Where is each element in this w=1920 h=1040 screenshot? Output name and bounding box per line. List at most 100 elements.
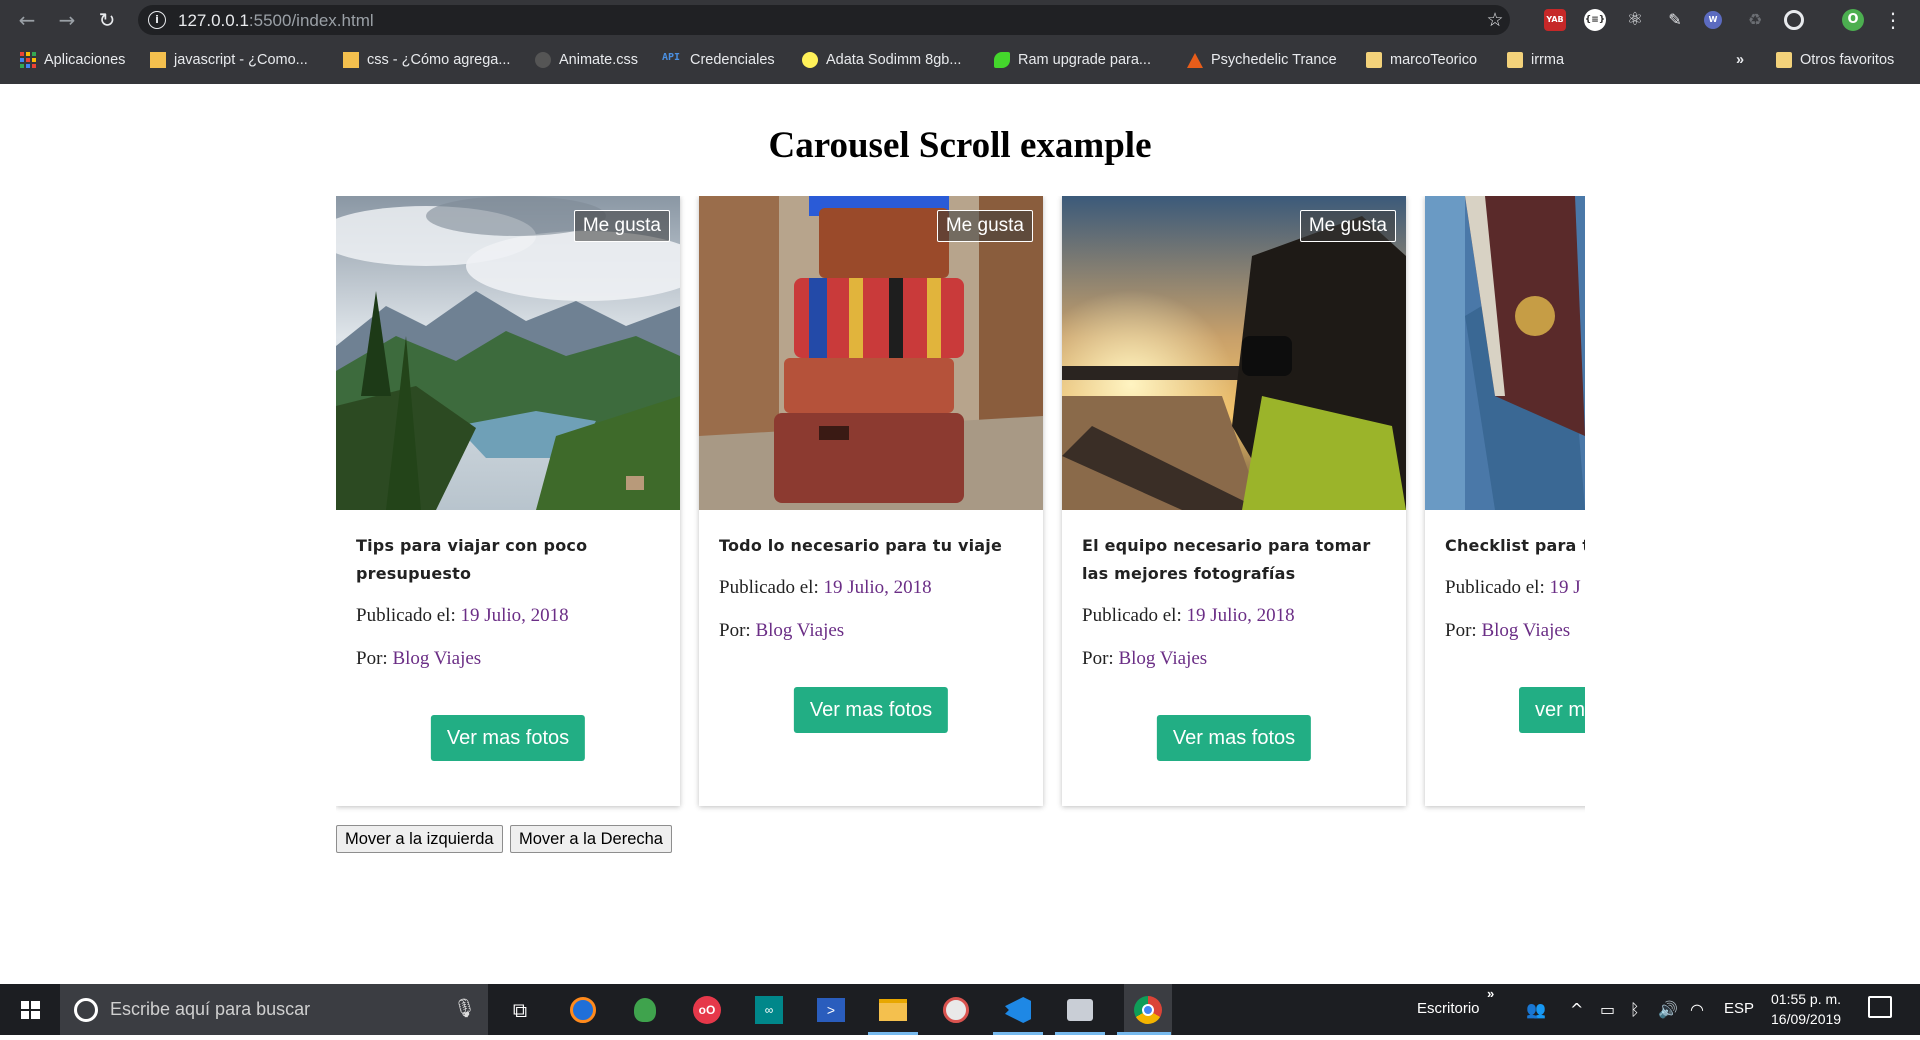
- windows-logo-icon: [21, 1001, 40, 1019]
- target-extension-icon[interactable]: [1784, 10, 1804, 30]
- arduino-icon[interactable]: ∞: [751, 992, 787, 1028]
- card-title: Tips para viajar con poco presupuesto: [356, 536, 588, 583]
- triangle-icon: [1187, 52, 1203, 68]
- vscode-icon[interactable]: [1000, 992, 1036, 1028]
- menu-kebab-icon[interactable]: ⋮: [1880, 7, 1906, 33]
- card-author-line: Por: Blog Viajes: [1082, 648, 1208, 669]
- ver-mas-fotos-button[interactable]: Ver mas fotos: [430, 715, 586, 761]
- file-explorer-icon[interactable]: [875, 992, 911, 1028]
- card-author-line: Por: Blog Viajes: [356, 648, 482, 669]
- animate-icon: [535, 52, 551, 68]
- desktop-toolbar-label[interactable]: Escritorio: [1417, 1000, 1480, 1017]
- storage-app-icon[interactable]: [1062, 992, 1098, 1028]
- task-view-icon[interactable]: ⧉: [502, 992, 538, 1028]
- card-author-line: Por: Blog Viajes: [719, 620, 845, 641]
- back-arrow-icon[interactable]: ←: [14, 7, 40, 33]
- bookmark-irrma[interactable]: irrma: [1507, 50, 1564, 70]
- clock-date[interactable]: 16/09/2019: [1771, 1011, 1841, 1027]
- react-devtools-icon[interactable]: ⚛: [1624, 9, 1646, 31]
- reload-icon[interactable]: ↻: [94, 7, 120, 33]
- notifications-icon[interactable]: [1868, 996, 1892, 1018]
- card-author: Blog Viajes: [1481, 620, 1571, 641]
- folder-icon: [1366, 52, 1382, 68]
- ver-mas-fotos-button[interactable]: ver m: [1519, 687, 1585, 733]
- card-body: Todo lo necesario para tu viaje Publicad…: [719, 532, 1029, 643]
- bookmark-marcoteorico[interactable]: marcoTeorico: [1366, 50, 1477, 70]
- url-text[interactable]: 127.0.0.1:5500/index.html: [178, 11, 374, 31]
- forward-arrow-icon[interactable]: →: [54, 7, 80, 33]
- bookmark-css[interactable]: css - ¿Cómo agrega...: [343, 50, 510, 70]
- card-body: El equipo necesario para tomar las mejor…: [1082, 532, 1392, 671]
- bookmark-psychedelic-trance[interactable]: Psychedelic Trance: [1187, 50, 1337, 70]
- card-date: 19 Julio, 2018: [823, 577, 932, 598]
- toolbar-expand-chevron-icon[interactable]: »: [1487, 986, 1494, 1001]
- site-info-icon[interactable]: i: [148, 11, 166, 29]
- people-icon[interactable]: 👥: [1526, 1000, 1546, 1019]
- profile-avatar[interactable]: O: [1842, 9, 1864, 31]
- windows-taskbar: Escribe aquí para buscar 🎙 ⧉ oO ∞ > Escr…: [0, 984, 1920, 1035]
- move-right-button[interactable]: Mover a la Derecha: [510, 825, 672, 853]
- volume-icon[interactable]: 🔊: [1658, 1000, 1678, 1019]
- like-button[interactable]: Me gusta: [573, 210, 670, 242]
- paint-icon[interactable]: [938, 992, 974, 1028]
- bookmark-star-icon[interactable]: ☆: [1480, 9, 1510, 31]
- bookmark-javascript[interactable]: javascript - ¿Como...: [150, 50, 308, 70]
- page-title: Carousel Scroll example: [768, 125, 1152, 166]
- bookmarks-bar: Aplicaciones javascript - ¿Como... css -…: [0, 44, 1920, 76]
- stacked-suitcases-photo: Me gusta: [699, 196, 1043, 510]
- api-icon: API: [662, 52, 681, 63]
- bookmark-otros-favoritos[interactable]: Otros favoritos: [1776, 50, 1894, 70]
- folder-icon: [1507, 52, 1523, 68]
- wifi-icon[interactable]: ◠: [1690, 1000, 1704, 1019]
- clock-time[interactable]: 01:55 p. m.: [1771, 991, 1841, 1007]
- move-left-button[interactable]: Mover a la izquierda: [336, 825, 503, 853]
- stackoverflow-icon: [343, 52, 359, 68]
- chrome-taskbar-button[interactable]: [1124, 984, 1172, 1035]
- search-placeholder: Escribe aquí para buscar: [110, 999, 311, 1019]
- yab-extension-icon[interactable]: YAB: [1544, 9, 1566, 31]
- microphone-icon[interactable]: 🎙: [453, 998, 476, 1019]
- powershell-icon[interactable]: >: [813, 992, 849, 1028]
- like-button[interactable]: Me gusta: [936, 210, 1033, 242]
- windows-start-button[interactable]: [0, 984, 60, 1035]
- recycle-extension-icon[interactable]: ♻: [1744, 9, 1766, 31]
- ooo-app-icon[interactable]: oO: [689, 992, 725, 1028]
- carousel-card: Me gusta Todo lo necesario para tu viaje…: [699, 196, 1043, 806]
- razer-icon: [994, 52, 1010, 68]
- address-bar-row: ← → ↻ i 127.0.0.1:5500/index.html ☆ YAB …: [0, 0, 1920, 40]
- language-indicator[interactable]: ESP: [1724, 1000, 1754, 1017]
- omnibox[interactable]: i 127.0.0.1:5500/index.html ☆: [138, 5, 1510, 35]
- bookmark-adata[interactable]: Adata Sodimm 8gb...: [802, 50, 961, 70]
- battery-icon[interactable]: ▭: [1600, 1000, 1615, 1019]
- cortana-icon: [74, 998, 98, 1022]
- bookmark-credenciales[interactable]: API Credenciales: [662, 50, 775, 70]
- bookmark-aplicaciones[interactable]: Aplicaciones: [20, 50, 125, 70]
- eyedropper-extension-icon[interactable]: ✎: [1664, 9, 1686, 31]
- card-title: Todo lo necesario para tu viaje: [719, 536, 1003, 555]
- ver-mas-fotos-button[interactable]: Ver mas fotos: [1156, 715, 1312, 761]
- stackoverflow-icon: [150, 52, 166, 68]
- card-title: Checklist para tu: [1445, 536, 1585, 555]
- bookmark-animate[interactable]: Animate.css: [535, 50, 638, 70]
- chrome-icon: [1134, 995, 1162, 1024]
- ver-mas-fotos-button[interactable]: Ver mas fotos: [793, 687, 949, 733]
- show-hidden-icons-chevron-icon[interactable]: ^: [1570, 1000, 1583, 1019]
- card-author: Blog Viajes: [1118, 648, 1208, 669]
- card-body: Checklist para tu Publicado el: 19 J Por…: [1445, 532, 1585, 643]
- bookmark-ram-upgrade[interactable]: Ram upgrade para...: [994, 50, 1151, 70]
- gitkraken-icon[interactable]: [627, 992, 663, 1028]
- taskbar-search[interactable]: Escribe aquí para buscar 🎙: [60, 984, 488, 1035]
- like-button[interactable]: Me gusta: [1299, 210, 1396, 242]
- firefox-icon[interactable]: [565, 992, 601, 1028]
- carousel-card: Me gusta Tips para viajar con poco presu…: [336, 196, 680, 806]
- browser-chrome: ← → ↻ i 127.0.0.1:5500/index.html ☆ YAB …: [0, 0, 1920, 84]
- carousel-track[interactable]: Me gusta Tips para viajar con poco presu…: [336, 196, 1585, 896]
- ws-extension-icon[interactable]: W: [1704, 11, 1722, 29]
- apps-grid-icon: [20, 52, 36, 68]
- carousel-card: Checklist para tu Publicado el: 19 J Por…: [1425, 196, 1585, 806]
- bluetooth-icon[interactable]: ᛒ: [1630, 1000, 1640, 1019]
- card-body: Tips para viajar con poco presupuesto Pu…: [356, 532, 666, 671]
- more-bookmarks-chevron-icon[interactable]: »: [1736, 50, 1744, 70]
- mercadolibre-icon: [802, 52, 818, 68]
- json-extension-icon[interactable]: {≡}: [1584, 9, 1606, 31]
